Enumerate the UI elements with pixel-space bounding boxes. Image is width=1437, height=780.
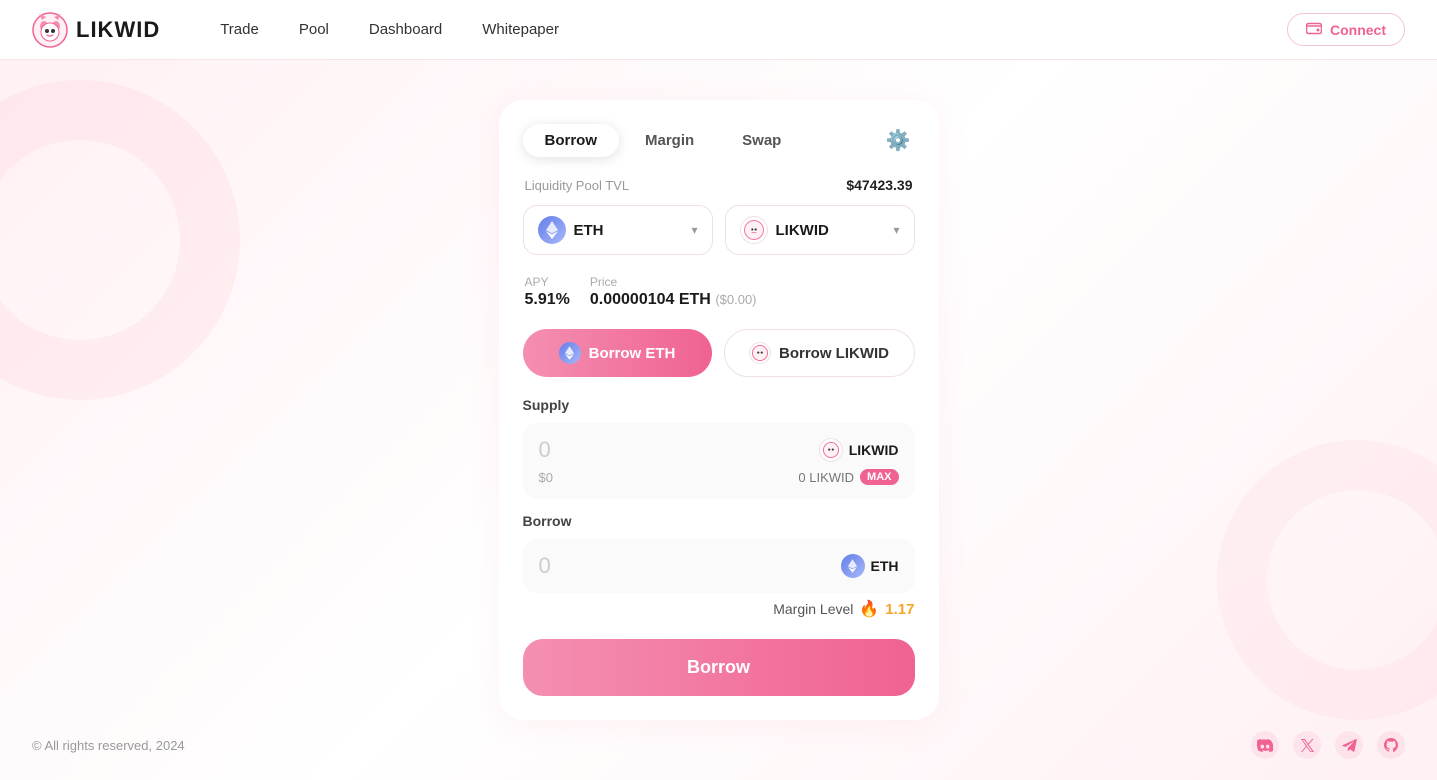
- eth-token-name: ETH: [574, 222, 684, 239]
- apy-value: 5.91%: [525, 291, 570, 309]
- footer-social-icons: [1251, 731, 1405, 759]
- twitter-x-icon[interactable]: [1293, 731, 1321, 759]
- price-stat: Price 0.00000104 ETH ($0.00): [590, 275, 757, 309]
- price-label: Price: [590, 275, 757, 289]
- supply-input-row: 0 LIKWID: [539, 437, 899, 463]
- supply-usd: $0: [539, 470, 553, 485]
- margin-level-label: Margin Level: [773, 601, 853, 617]
- tab-margin[interactable]: Margin: [623, 124, 716, 157]
- nav-links: Trade Pool Dashboard Whitepaper: [220, 21, 1287, 38]
- borrow-eth-label: Borrow ETH: [589, 345, 676, 362]
- supply-sub-row: $0 0 LIKWID MAX: [539, 469, 899, 485]
- connect-label: Connect: [1330, 22, 1386, 38]
- apy-label: APY: [525, 275, 570, 289]
- supply-token-icon: [819, 438, 843, 462]
- borrow-card: Borrow Margin Swap ⚙️ Liquidity Pool TVL…: [499, 100, 939, 720]
- supply-balance-row: 0 LIKWID MAX: [798, 469, 898, 485]
- footer: © All rights reserved, 2024: [0, 717, 1437, 773]
- likwid-icon: [740, 216, 768, 244]
- borrow-eth-button[interactable]: Borrow ETH: [523, 329, 712, 377]
- supply-max-button[interactable]: MAX: [860, 469, 898, 485]
- margin-level-row: Margin Level 🔥 1.17: [523, 599, 915, 619]
- borrow-likwid-icon: [749, 342, 771, 364]
- tab-borrow[interactable]: Borrow: [523, 124, 620, 157]
- connect-button[interactable]: Connect: [1287, 13, 1405, 46]
- main-content: Borrow Margin Swap ⚙️ Liquidity Pool TVL…: [0, 60, 1437, 780]
- token-select-eth[interactable]: ETH ▾: [523, 205, 713, 255]
- supply-amount: 0: [539, 437, 819, 463]
- telegram-icon[interactable]: [1335, 731, 1363, 759]
- likwid-chevron-icon: ▾: [893, 223, 899, 237]
- borrow-input-row: 0 ETH: [539, 553, 899, 579]
- borrow-likwid-button[interactable]: Borrow LIKWID: [724, 329, 915, 377]
- supply-section-label: Supply: [523, 397, 915, 413]
- price-eth: 0.00000104 ETH: [590, 291, 711, 308]
- borrow-submit-button[interactable]: Borrow: [523, 639, 915, 696]
- tab-bar: Borrow Margin Swap ⚙️: [523, 124, 915, 157]
- settings-button[interactable]: ⚙️: [882, 124, 915, 157]
- token-select-likwid[interactable]: LIKWID ▾: [725, 205, 915, 255]
- price-usd: ($0.00): [715, 292, 756, 307]
- borrow-token: ETH: [841, 554, 899, 578]
- nav-whitepaper[interactable]: Whitepaper: [482, 21, 559, 38]
- github-icon[interactable]: [1377, 731, 1405, 759]
- apy-stat: APY 5.91%: [525, 275, 570, 309]
- brand-name: LIKWID: [76, 17, 160, 43]
- pool-value: $47423.39: [846, 177, 912, 193]
- nav-pool[interactable]: Pool: [299, 21, 329, 38]
- stats-row: APY 5.91% Price 0.00000104 ETH ($0.00): [523, 275, 915, 309]
- price-value: 0.00000104 ETH ($0.00): [590, 291, 757, 309]
- borrow-asset-buttons: Borrow ETH Borrow LIKWID: [523, 329, 915, 377]
- wallet-icon: [1306, 21, 1322, 38]
- pool-label: Liquidity Pool TVL: [525, 178, 630, 193]
- nav-dashboard[interactable]: Dashboard: [369, 21, 442, 38]
- footer-copyright: © All rights reserved, 2024: [32, 738, 185, 753]
- borrow-amount: 0: [539, 553, 841, 579]
- tab-swap[interactable]: Swap: [720, 124, 803, 157]
- borrow-likwid-label: Borrow LIKWID: [779, 345, 889, 362]
- discord-icon[interactable]: [1251, 731, 1279, 759]
- borrow-token-name: ETH: [871, 558, 899, 574]
- gear-icon: ⚙️: [886, 130, 911, 152]
- margin-level-value: 1.17: [885, 601, 914, 618]
- pool-info: Liquidity Pool TVL $47423.39: [523, 177, 915, 193]
- supply-input-box: 0 LIKWID $0 0 LIKWID MAX: [523, 423, 915, 499]
- borrow-input-box: 0 ETH: [523, 539, 915, 593]
- borrow-token-icon: [841, 554, 865, 578]
- supply-balance: 0 LIKWID: [798, 470, 854, 485]
- nav-trade[interactable]: Trade: [220, 21, 259, 38]
- navbar: LIKWID Trade Pool Dashboard Whitepaper C…: [0, 0, 1437, 60]
- eth-icon: [538, 216, 566, 244]
- logo-icon: [32, 12, 68, 48]
- borrow-eth-icon: [559, 342, 581, 364]
- likwid-token-name: LIKWID: [776, 222, 886, 239]
- supply-token-name: LIKWID: [849, 442, 899, 458]
- eth-chevron-icon: ▾: [691, 223, 697, 237]
- margin-level-icon: 🔥: [859, 599, 879, 619]
- borrow-section-label: Borrow: [523, 513, 915, 529]
- token-selectors: ETH ▾ LIKWID ▾: [523, 205, 915, 255]
- supply-token: LIKWID: [819, 438, 899, 462]
- logo[interactable]: LIKWID: [32, 12, 160, 48]
